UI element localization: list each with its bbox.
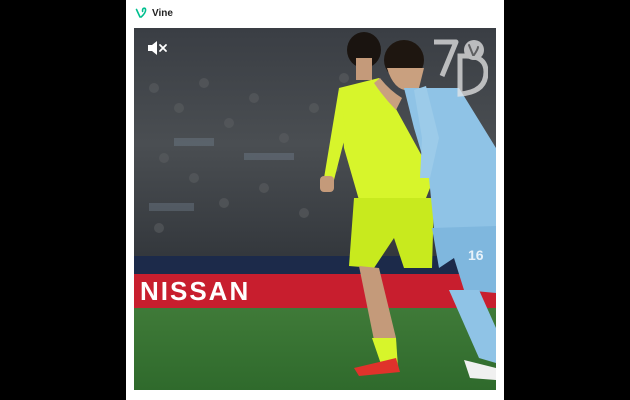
speaker-muted-icon[interactable] <box>146 39 170 57</box>
vine-embed-card: Vine NISSAN 16 <box>126 0 504 400</box>
video-player[interactable]: NISSAN 16 <box>134 28 496 390</box>
ad-board-text: NISSAN <box>140 276 250 306</box>
vine-watermark-icon <box>434 39 488 97</box>
vine-logo-icon[interactable] <box>135 7 147 19</box>
player-number: 16 <box>468 247 484 263</box>
app-title[interactable]: Vine <box>152 8 173 19</box>
embed-header: Vine <box>126 0 504 26</box>
